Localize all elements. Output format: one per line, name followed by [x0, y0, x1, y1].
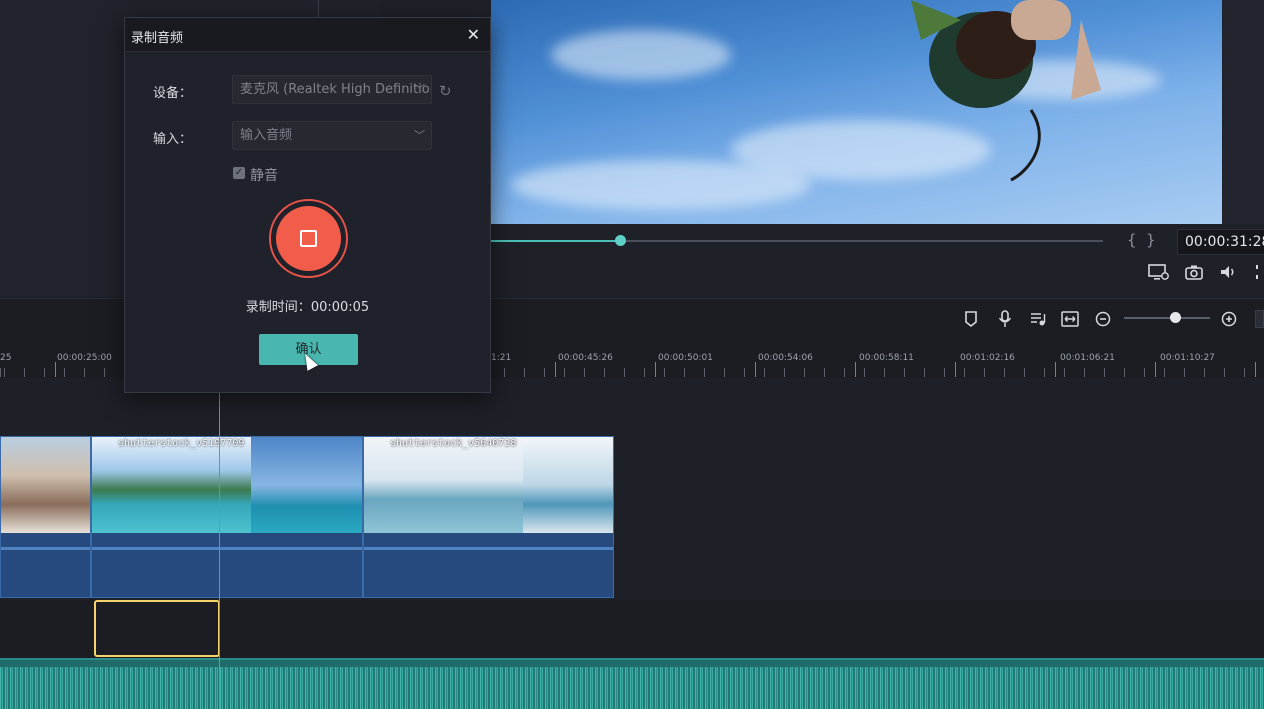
device-label: 设备： — [153, 86, 193, 101]
zoom-out-icon[interactable] — [1092, 308, 1114, 330]
audio-waveform — [0, 667, 1264, 709]
record-time: 录制时间：00:00:05 — [125, 296, 490, 315]
playback-scrubber-handle[interactable] — [615, 235, 626, 246]
ruler-tick-label: 00:00:25:00 — [57, 353, 112, 363]
ruler-tick-label: 1:21 — [491, 353, 512, 363]
mute-label[interactable]: 静音 — [250, 165, 278, 185]
input-select[interactable]: 输入音频 ﹀ — [232, 121, 432, 150]
recording-region[interactable] — [94, 600, 220, 657]
video-clip-beach[interactable] — [0, 436, 91, 598]
ruler-tick-label: 00:01:02:16 — [960, 353, 1015, 363]
ruler-tick-label: 00:00:54:06 — [758, 353, 813, 363]
input-label: 输入： — [153, 132, 193, 147]
close-icon[interactable]: ✕ — [467, 25, 480, 44]
ruler-tick-label: 00:00:58:11 — [859, 353, 914, 363]
record-time-value: 00:00:05 — [310, 300, 370, 315]
mute-checkbox[interactable]: ✓ — [233, 167, 245, 179]
playback-scrubber-progress — [491, 240, 621, 242]
ruler-tick-label: 00:01:10:27 — [1160, 353, 1215, 363]
device-value: 麦克风 (Realtek High Definition Audio) — [240, 82, 432, 97]
chevron-down-icon: ﹀ — [414, 83, 425, 96]
refresh-icon[interactable]: ↻ — [439, 82, 452, 100]
toolbar-overflow[interactable] — [1255, 310, 1264, 328]
record-audio-dialog: 录制音频 ✕ 设备： 麦克风 (Realtek High Definition … — [124, 17, 491, 393]
monitor-settings-icon[interactable] — [1147, 262, 1171, 282]
clip-label: shutterstock_v5640728 — [390, 438, 517, 449]
dialog-title: 录制音频 — [131, 31, 184, 46]
camera-icon[interactable] — [1182, 262, 1206, 282]
timeline-playhead[interactable] — [219, 393, 220, 709]
ruler-tick-label: 25 — [0, 353, 12, 363]
panel-divider — [318, 0, 319, 18]
timeline-zoom-slider[interactable] — [1124, 317, 1210, 319]
video-clip-1[interactable]: shutterstock_v5197709 — [91, 436, 363, 598]
dialog-titlebar[interactable]: 录制音频 ✕ — [125, 18, 490, 52]
viewer-side-gutter — [1223, 0, 1264, 224]
current-timecode: 00:00:31:28 — [1177, 229, 1264, 255]
ruler-tick-label: 00:00:45:26 — [558, 353, 613, 363]
mixer-icon[interactable] — [1027, 308, 1049, 330]
fullscreen-icon[interactable] — [1248, 262, 1264, 282]
volume-icon[interactable] — [1216, 262, 1240, 282]
clip-label: shutterstock_v5197709 — [118, 438, 245, 449]
device-select[interactable]: 麦克风 (Realtek High Definition Audio) ﹀ — [232, 75, 432, 104]
fit-timeline-icon[interactable] — [1059, 308, 1081, 330]
zoom-in-icon[interactable] — [1218, 308, 1240, 330]
preview-viewer: { } 00:00:31:28 — [380, 0, 1264, 297]
input-placeholder: 输入音频 — [240, 128, 293, 143]
record-stop-button[interactable] — [276, 206, 341, 271]
preview-video-frame[interactable] — [491, 0, 1222, 224]
stop-icon — [300, 230, 317, 247]
mark-in-button[interactable]: { — [1127, 231, 1137, 249]
ruler-tick-label: 00:00:50:01 — [658, 353, 713, 363]
video-clip-2[interactable]: shutterstock_v5640728 — [363, 436, 614, 598]
ruler-tick-label: 00:01:06:21 — [1060, 353, 1115, 363]
microphone-icon[interactable] — [994, 308, 1016, 330]
timeline-zoom-handle[interactable] — [1170, 312, 1181, 323]
mark-out-button[interactable]: } — [1146, 231, 1156, 249]
chevron-down-icon: ﹀ — [414, 129, 425, 142]
kiteboarder-figure — [911, 0, 1101, 182]
marker-icon[interactable] — [960, 308, 982, 330]
record-time-label: 录制时间： — [245, 300, 311, 315]
